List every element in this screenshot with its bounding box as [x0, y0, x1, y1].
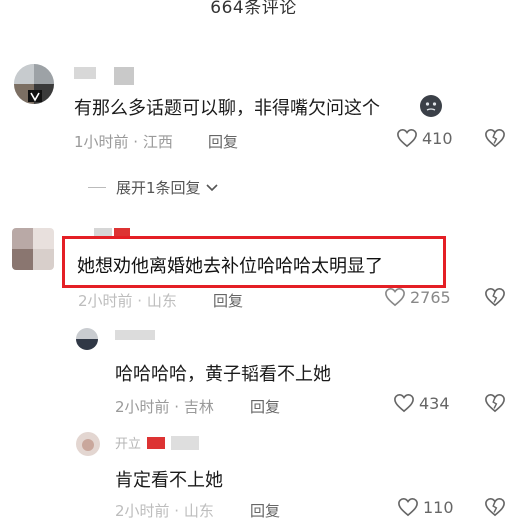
expand-label: 展开1条回复 — [116, 179, 201, 197]
like-count: 110 — [423, 497, 454, 517]
reply-button[interactable]: 回复 — [213, 290, 243, 311]
dislike-icon[interactable] — [484, 497, 506, 521]
avatar[interactable] — [12, 228, 54, 270]
like-button[interactable]: 434 — [393, 393, 450, 413]
username-blurred — [147, 436, 166, 449]
dislike-icon[interactable] — [484, 287, 506, 311]
heart-icon — [398, 497, 418, 517]
avatar[interactable] — [14, 64, 54, 104]
comment-text: 她想劝他离婚她去补位哈哈哈太明显了 — [77, 256, 383, 277]
comment-meta: 1小时前 · 江西 — [74, 133, 173, 151]
heart-icon — [394, 393, 414, 413]
comment-meta: 2小时前 · 山东 — [78, 292, 177, 310]
username-text: 开立 — [115, 437, 142, 452]
comment-count-title: 664条评论 — [210, 0, 297, 18]
username[interactable]: 开立 — [115, 433, 200, 452]
like-button[interactable]: 410 — [396, 128, 453, 148]
like-button[interactable]: 2765 — [384, 287, 451, 307]
heart-icon — [385, 287, 405, 307]
reply-button[interactable]: 回复 — [250, 396, 280, 417]
like-button[interactable]: 110 — [397, 497, 454, 517]
username-blurred[interactable] — [74, 67, 134, 85]
username-blurred[interactable] — [115, 330, 155, 340]
like-count: 2765 — [410, 287, 451, 307]
dark-face-emoji-icon — [419, 94, 443, 118]
like-count: 410 — [422, 128, 453, 148]
comment-text: 哈哈哈哈，黄子韬看不上她 — [115, 364, 331, 385]
comment-meta: 2小时前 · 山东 — [115, 502, 214, 520]
comment-text: 有那么多话题可以聊，非得嘴欠问这个 — [74, 98, 380, 119]
heart-icon — [397, 128, 417, 148]
like-count: 434 — [419, 393, 450, 413]
expand-divider — [88, 187, 106, 188]
dislike-icon[interactable] — [484, 393, 506, 417]
comment-text: 肯定看不上她 — [115, 470, 223, 491]
comment-meta: 2小时前 · 吉林 — [115, 398, 214, 416]
chevron-down-icon — [205, 183, 218, 191]
username-blurred — [171, 435, 200, 450]
avatar[interactable] — [76, 328, 98, 350]
dislike-icon[interactable] — [484, 128, 506, 152]
avatar[interactable] — [76, 432, 100, 456]
reply-button[interactable]: 回复 — [250, 500, 280, 521]
reply-button[interactable]: 回复 — [208, 131, 238, 152]
expand-replies-button[interactable]: 展开1条回复 — [88, 177, 219, 198]
